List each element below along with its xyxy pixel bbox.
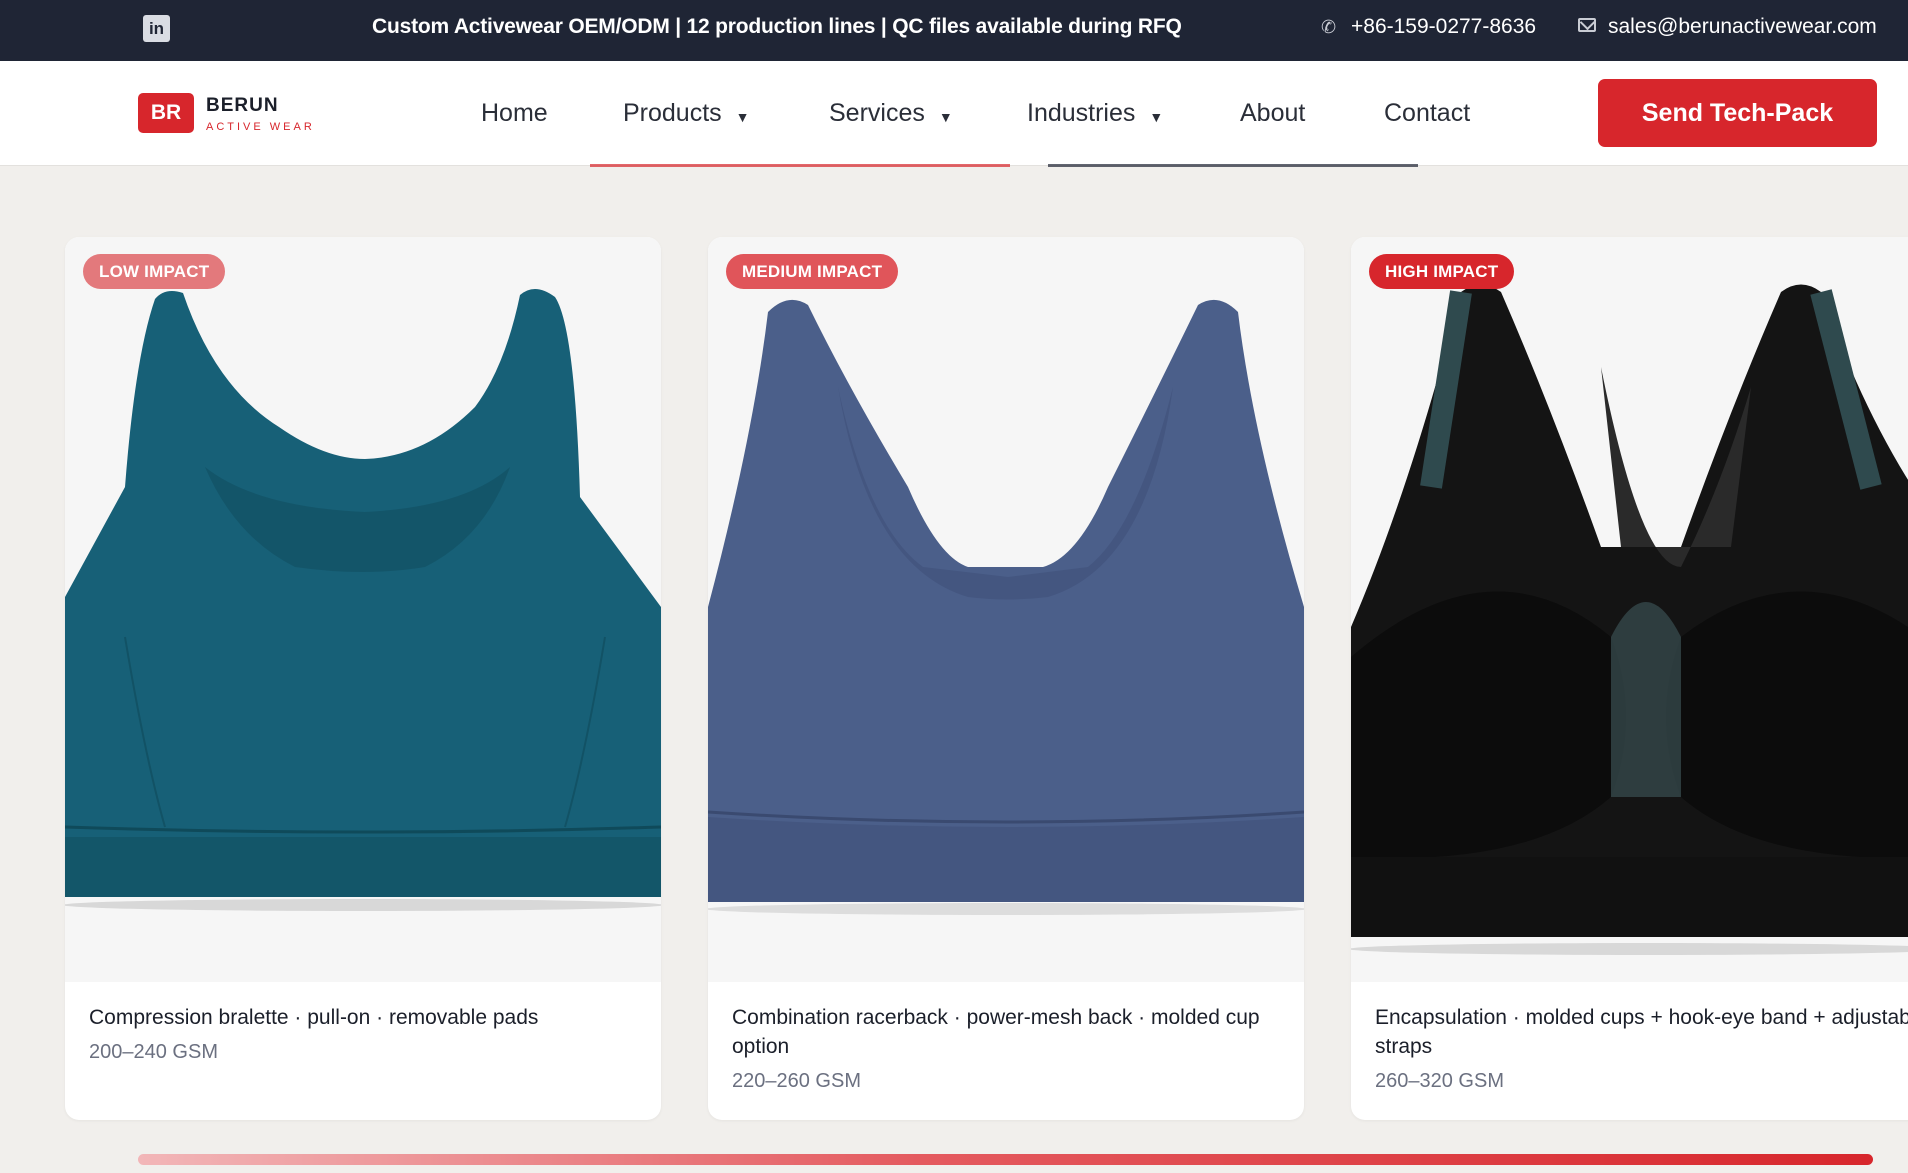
- product-image: LOW IMPACT: [65, 237, 661, 982]
- send-tech-pack-button[interactable]: Send Tech-Pack: [1598, 79, 1877, 147]
- nav-industries[interactable]: Industries ▼: [1027, 61, 1163, 166]
- carousel-scrollbar[interactable]: [138, 1154, 1873, 1165]
- impact-badge: MEDIUM IMPACT: [726, 254, 899, 289]
- product-gsm: 200–240 GSM: [89, 1041, 218, 1063]
- product-title: Encapsulation · molded cups + hook-eye b…: [1375, 1006, 1908, 1058]
- brand-name[interactable]: BERUN: [206, 96, 279, 116]
- product-description: Compression bralette · pull-on · removab…: [89, 1003, 644, 1067]
- brand-subtitle: ACTIVE WEAR: [206, 121, 315, 133]
- phone-icon: ✆: [1321, 17, 1337, 37]
- nav-contact[interactable]: Contact: [1384, 61, 1470, 166]
- impact-badge: HIGH IMPACT: [1369, 254, 1515, 289]
- impact-badge: LOW IMPACT: [83, 254, 226, 289]
- nav-services[interactable]: Services ▼: [829, 61, 953, 166]
- section-tab-indicator: [590, 164, 1010, 167]
- sports-bra-illustration: [65, 288, 661, 911]
- section-tab-indicator: [1048, 164, 1418, 167]
- product-title: Compression bralette · pull-on · removab…: [89, 1006, 539, 1029]
- product-image: HIGH IMPACT: [1351, 237, 1908, 982]
- sports-bra-illustration: [708, 299, 1304, 915]
- nav-products[interactable]: Products ▼: [623, 61, 750, 166]
- product-gsm: 260–320 GSM: [1375, 1070, 1504, 1092]
- mail-icon: [1578, 18, 1596, 32]
- phone-link[interactable]: +86-159-0277-8636: [1351, 0, 1536, 53]
- chevron-down-icon: ▼: [1149, 109, 1164, 125]
- product-description: Encapsulation · molded cups + hook-eye b…: [1375, 1003, 1908, 1096]
- product-description: Combination racerback · power-mesh back …: [732, 1003, 1287, 1096]
- site-header: BR BERUN ACTIVE WEAR Home Products ▼ Serv…: [0, 61, 1908, 166]
- nav-home[interactable]: Home: [481, 61, 548, 166]
- product-title: Combination racerback · power-mesh back …: [732, 1006, 1260, 1058]
- top-bar: in Custom Activewear OEM/ODM | 12 produc…: [0, 0, 1908, 61]
- product-image: MEDIUM IMPACT: [708, 237, 1304, 982]
- top-bar-tagline: Custom Activewear OEM/ODM | 12 productio…: [372, 15, 1182, 38]
- email-link[interactable]: sales@berunactivewear.com: [1608, 0, 1877, 53]
- product-card-low-impact[interactable]: LOW IMPACT Compression bralette · pull-o…: [65, 237, 661, 1120]
- logo-mark[interactable]: BR: [138, 93, 194, 133]
- product-card-high-impact[interactable]: HIGH IMPACT Encapsulation · molded cups …: [1351, 237, 1908, 1120]
- nav-about[interactable]: About: [1240, 61, 1305, 166]
- product-gsm: 220–260 GSM: [732, 1070, 861, 1092]
- product-card-medium-impact[interactable]: MEDIUM IMPACT Combination racerback · po…: [708, 237, 1304, 1120]
- linkedin-icon[interactable]: in: [143, 15, 170, 42]
- chevron-down-icon: ▼: [938, 109, 953, 125]
- chevron-down-icon: ▼: [735, 109, 750, 125]
- sports-bra-illustration: [1351, 284, 1908, 955]
